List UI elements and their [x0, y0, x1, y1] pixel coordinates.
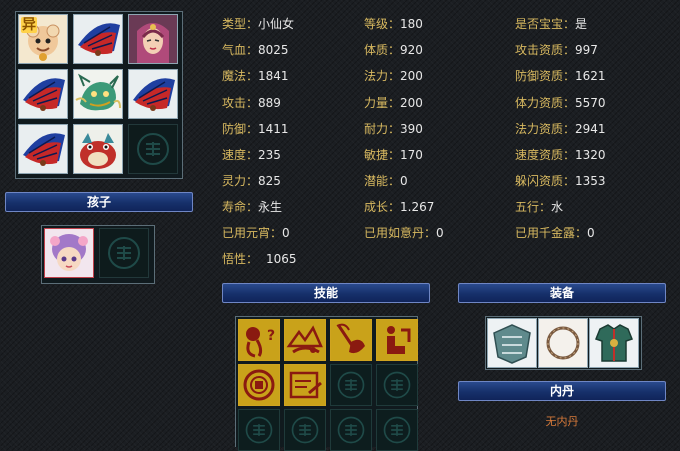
empty-slot-icon	[137, 133, 169, 165]
stat-used-ruyidan: 已用如意丹：0	[364, 226, 444, 240]
skill-scroll-icon	[289, 371, 322, 399]
stat-spirit: 灵力：825	[222, 174, 281, 188]
fan-pet-icon	[129, 70, 177, 118]
stat-potential: 潜能：0	[364, 174, 408, 188]
skill-coin-icon	[243, 369, 275, 401]
stat-type: 类型：小仙女	[222, 17, 295, 31]
stat-magic: 法力：200	[364, 69, 423, 83]
pet-slot-qilin-dragon[interactable]	[73, 69, 123, 119]
stat-speed: 速度：235	[222, 148, 281, 162]
skill-heart-icon: ?	[246, 327, 275, 358]
stat-endurance: 耐力：390	[364, 122, 423, 136]
fan-pet-icon	[19, 125, 67, 173]
pet-slot-empty[interactable]	[128, 124, 178, 174]
skill-slot-empty[interactable]	[238, 409, 280, 451]
stat-defense: 防御：1411	[222, 122, 289, 136]
svg-text:?: ?	[267, 328, 275, 344]
fan-pet-icon	[74, 15, 122, 63]
stat-constitution: 体质：920	[364, 43, 423, 57]
stat-element: 五行：水	[515, 200, 564, 214]
robe-armor-icon	[590, 319, 638, 367]
fairy-woman-pet-icon	[129, 15, 177, 63]
stat-is-baby: 是否宝宝：是	[515, 17, 588, 31]
pet-slot-fairy-woman[interactable]	[128, 14, 178, 64]
skill-slot-5[interactable]	[238, 364, 280, 406]
stat-strength: 力量：200	[364, 96, 423, 110]
pet-slot-fan-3[interactable]	[128, 69, 178, 119]
pet-slot-fan-1[interactable]	[73, 14, 123, 64]
children-banner: 孩子	[5, 192, 193, 212]
skill-slot-empty[interactable]	[330, 364, 372, 406]
pet-slot-fan-4[interactable]	[18, 124, 68, 174]
stat-attack: 攻击：889	[222, 96, 281, 110]
equipment-slot-1[interactable]	[487, 318, 537, 368]
empty-slot-icon	[291, 416, 319, 444]
stat-used-qianjinlu: 已用千金露：0	[515, 226, 595, 240]
pet-slot-fan-2[interactable]	[18, 69, 68, 119]
skills-banner: 技能	[222, 283, 430, 303]
skill-slot-empty[interactable]	[284, 409, 326, 451]
stat-mp: 魔法：1841	[222, 69, 289, 83]
skill-slot-2[interactable]	[284, 319, 326, 361]
qilin-dragon-pet-icon	[74, 70, 122, 118]
stat-speed-aptitude: 速度资质：1320	[515, 148, 606, 162]
child-girl-icon	[45, 229, 93, 277]
skill-kneel-icon	[387, 326, 411, 354]
stat-level: 等级：180	[364, 17, 423, 31]
stat-attack-aptitude: 攻击资质：997	[515, 43, 598, 57]
empty-slot-icon	[337, 371, 365, 399]
skill-slot-6[interactable]	[284, 364, 326, 406]
stat-defense-aptitude: 防御资质：1621	[515, 69, 606, 83]
skill-mountain-icon	[286, 325, 323, 354]
empty-slot-icon	[108, 237, 140, 269]
fan-pet-icon	[19, 70, 67, 118]
fire-beast-pet-icon	[74, 125, 122, 173]
stat-used-yuanxiao: 已用元宵：0	[222, 226, 290, 240]
stat-stamina-aptitude: 体力资质：5570	[515, 96, 606, 110]
stat-growth: 成长：1.267	[364, 200, 435, 214]
skill-slot-empty[interactable]	[376, 409, 418, 451]
empty-slot-icon	[245, 416, 273, 444]
stat-comprehension: 悟性： 1065	[222, 252, 297, 266]
pet-badge: 异	[21, 17, 37, 33]
neidan-empty-text: 无内丹	[545, 415, 579, 428]
child-slot-girl[interactable]	[44, 228, 94, 278]
armor-plate-icon	[488, 319, 536, 367]
skill-slot-3[interactable]	[330, 319, 372, 361]
stat-hp: 气血：8025	[222, 43, 289, 57]
pet-slot-fire-beast[interactable]	[73, 124, 123, 174]
stat-dodge-aptitude: 躲闪资质：1353	[515, 174, 606, 188]
neidan-banner: 内丹	[458, 381, 666, 401]
empty-slot-icon	[337, 416, 365, 444]
child-slot-empty[interactable]	[99, 228, 149, 278]
thorn-collar-icon	[539, 319, 587, 367]
empty-slot-icon	[383, 371, 411, 399]
skill-slot-empty[interactable]	[330, 409, 372, 451]
equipment-slot-3[interactable]	[589, 318, 639, 368]
empty-slot-icon	[383, 416, 411, 444]
equipment-slot-2[interactable]	[538, 318, 588, 368]
skill-slot-1[interactable]: ?	[238, 319, 280, 361]
pet-slot-dragon[interactable]: 异	[18, 14, 68, 64]
skill-slot-empty[interactable]	[376, 364, 418, 406]
stat-agility: 敏捷：170	[364, 148, 423, 162]
equipment-banner: 装备	[458, 283, 666, 303]
stat-magic-aptitude: 法力资质：2941	[515, 122, 606, 136]
stat-lifespan: 寿命：永生	[222, 200, 283, 214]
skill-slot-4[interactable]	[376, 319, 418, 361]
skill-lotus-icon	[336, 323, 365, 354]
